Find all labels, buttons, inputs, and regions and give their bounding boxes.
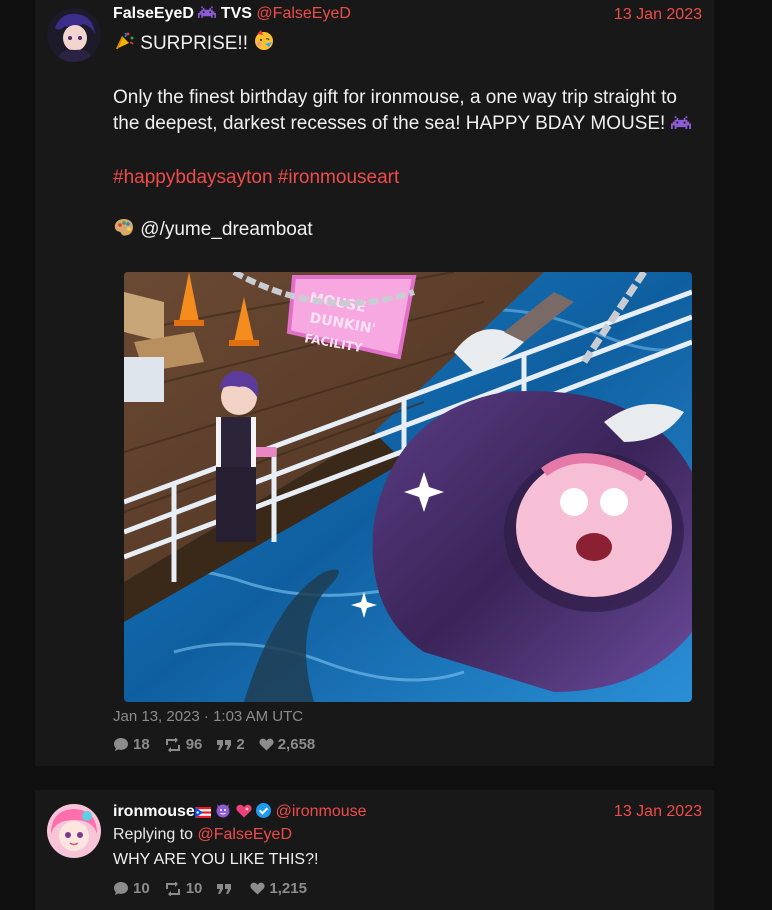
comment-icon	[114, 882, 128, 895]
tweet-date[interactable]: 13 Jan 2023	[614, 803, 702, 821]
display-name[interactable]: ironmouse	[113, 803, 195, 820]
heart-icon	[250, 882, 265, 895]
hashtag-link[interactable]: #ironmouseart	[278, 167, 399, 188]
name-suffix: TVS	[220, 5, 252, 22]
tweet-card[interactable]: ironmouse @ironmouse 13 Jan 2023 Replyin…	[35, 790, 714, 910]
artwork-illustration: MOUSE DUNKIN' FACILITY	[124, 272, 692, 702]
avatar[interactable]	[47, 8, 101, 62]
space-invader-icon	[198, 6, 217, 25]
tweet-stats: 10 10 1,215	[113, 880, 307, 897]
tweet-line1: SURPRISE!!	[140, 33, 248, 54]
retweet-stat[interactable]: 10	[164, 880, 203, 897]
like-count: 2,658	[277, 736, 316, 753]
space-invader-icon	[670, 113, 691, 139]
devil-face-icon	[215, 802, 231, 823]
quote-count: 2	[236, 736, 245, 753]
comment-icon	[114, 738, 128, 751]
quote-stat[interactable]: 2	[216, 736, 245, 753]
replying-to: Replying to @FalseEyeD	[113, 826, 292, 848]
reply-stat[interactable]: 18	[113, 736, 150, 753]
quote-stat[interactable]	[216, 880, 236, 897]
verified-badge-icon	[256, 803, 272, 818]
art-credit: @/yume_dreamboat	[140, 219, 313, 240]
handle[interactable]: @ironmouse	[276, 803, 367, 820]
avatar[interactable]	[47, 804, 101, 858]
like-count: 1,215	[269, 880, 307, 897]
tweet-paragraph: Only the finest birthday gift for ironmo…	[113, 87, 677, 134]
tweet-timestamp[interactable]: Jan 13, 2023 · 1:03 AM UTC	[113, 708, 303, 725]
tweet-card[interactable]: FalseEyeD TVS @FalseEyeD 13 Jan 2023 SUR…	[35, 0, 714, 766]
quote-icon	[217, 739, 232, 750]
like-stat[interactable]: 2,658	[259, 736, 316, 753]
reply-count: 18	[133, 736, 150, 753]
puerto-rico-flag-icon	[194, 805, 211, 823]
artist-palette-icon	[113, 217, 135, 245]
tweet-image[interactable]: MOUSE DUNKIN' FACILITY	[124, 272, 692, 702]
retweet-icon	[165, 881, 180, 896]
display-name[interactable]: FalseEyeD	[113, 5, 194, 22]
retweet-stat[interactable]: 96	[164, 736, 203, 753]
reply-count: 10	[133, 880, 150, 897]
sparkling-heart-icon	[236, 804, 252, 823]
tweet-header: ironmouse @ironmouse	[113, 802, 367, 824]
handle[interactable]: @FalseEyeD	[256, 5, 351, 22]
quote-icon	[217, 883, 232, 894]
retweet-count: 96	[185, 736, 203, 753]
party-popper-icon	[113, 31, 135, 59]
tweet-stats: 18 96 2 2,658	[113, 736, 315, 753]
like-stat[interactable]: 1,215	[250, 880, 307, 897]
partying-face-icon	[253, 29, 275, 59]
tweet-date[interactable]: 13 Jan 2023	[614, 6, 702, 24]
heart-icon	[259, 738, 274, 751]
replying-to-handle[interactable]: @FalseEyeD	[198, 826, 293, 843]
reply-stat[interactable]: 10	[113, 880, 150, 897]
hashtag-link[interactable]: #happybdaysayton	[113, 167, 273, 188]
retweet-count: 10	[185, 880, 203, 897]
tweet-header: FalseEyeD TVS @FalseEyeD	[113, 5, 351, 27]
tweet-body: SURPRISE!! Only the finest birthday gift…	[113, 29, 705, 245]
replying-to-label: Replying to	[113, 826, 194, 843]
retweet-icon	[165, 737, 180, 752]
tweet-body: WHY ARE YOU LIKE THIS?!	[113, 851, 319, 868]
